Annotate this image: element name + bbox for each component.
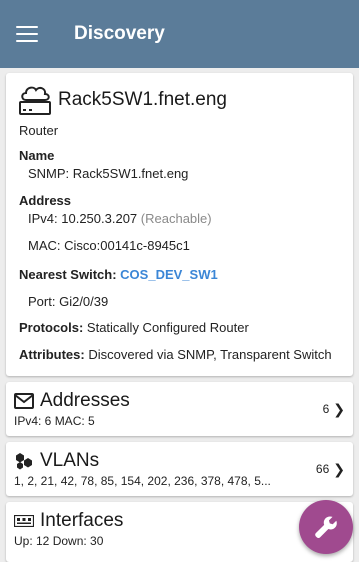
envelope-icon	[14, 393, 34, 409]
attributes-row: Attributes: Discovered via SNMP, Transpa…	[19, 347, 332, 362]
vlans-count: 66	[315, 462, 330, 476]
addresses-card[interactable]: Addresses IPv4: 6 MAC: 5 6 ❯	[6, 382, 353, 436]
snmp-label: SNMP:	[28, 166, 70, 181]
nearest-switch-row: Nearest Switch: COS_DEV_SW1	[19, 267, 218, 282]
chevron-right-icon: ❯	[333, 400, 345, 417]
device-card: Rack5SW1.fnet.eng Router Name SNMP: Rack…	[6, 73, 353, 376]
port-value: Gi2/0/39	[59, 294, 109, 309]
ipv4-row: IPv4: 10.250.3.207 (Reachable)	[28, 211, 212, 226]
interfaces-summary: Up: 12 Down: 30	[14, 534, 104, 548]
port-row: Port: Gi2/0/39	[28, 294, 108, 309]
protocols-label: Protocols:	[19, 320, 84, 335]
router-cloud-icon	[19, 86, 51, 115]
protocols-row: Protocols: Statically Configured Router	[19, 320, 249, 335]
nearest-switch-link[interactable]: COS_DEV_SW1	[120, 267, 218, 282]
snmp-row: SNMP: Rack5SW1.fnet.eng	[28, 166, 188, 181]
attributes-label: Attributes:	[19, 347, 85, 362]
vlans-card[interactable]: VLANs 1, 2, 21, 42, 78, 85, 154, 202, 23…	[6, 442, 353, 496]
tools-fab-button[interactable]	[299, 500, 353, 554]
mac-row: MAC: Cisco:00141c-8945c1	[28, 238, 190, 253]
interfaces-port-icon	[14, 515, 34, 527]
snmp-value: Rack5SW1.fnet.eng	[72, 166, 189, 181]
addresses-count: 6	[322, 402, 330, 416]
vlans-summary: 1, 2, 21, 42, 78, 85, 154, 202, 236, 378…	[14, 474, 271, 488]
protocols-value: Statically Configured Router	[86, 320, 249, 335]
vlans-title: VLANs	[40, 450, 100, 471]
interfaces-title: Interfaces	[40, 510, 124, 531]
addresses-summary: IPv4: 6 MAC: 5	[14, 414, 95, 428]
name-label: Name	[19, 148, 55, 163]
wrench-icon	[315, 516, 337, 539]
app-bar: Discovery	[0, 0, 359, 68]
device-type: Router	[19, 123, 59, 138]
port-label: Port:	[28, 294, 56, 309]
vlan-network-icon	[16, 453, 32, 470]
chevron-right-icon: ❯	[333, 460, 345, 477]
ipv4-label: IPv4:	[28, 211, 58, 226]
ipv4-value: 10.250.3.207	[61, 211, 138, 226]
addresses-title: Addresses	[40, 390, 130, 411]
ipv4-status: (Reachable)	[140, 211, 212, 226]
address-label: Address	[19, 193, 72, 208]
menu-icon[interactable]	[16, 26, 38, 42]
page-title: Discovery	[74, 23, 165, 44]
mac-label: MAC:	[28, 238, 61, 253]
mac-value: Cisco:00141c-8945c1	[64, 238, 190, 253]
attributes-value: Discovered via SNMP, Transparent Switch	[88, 347, 332, 362]
nearest-switch-label: Nearest Switch:	[19, 267, 117, 282]
device-name: Rack5SW1.fnet.eng	[58, 89, 227, 110]
